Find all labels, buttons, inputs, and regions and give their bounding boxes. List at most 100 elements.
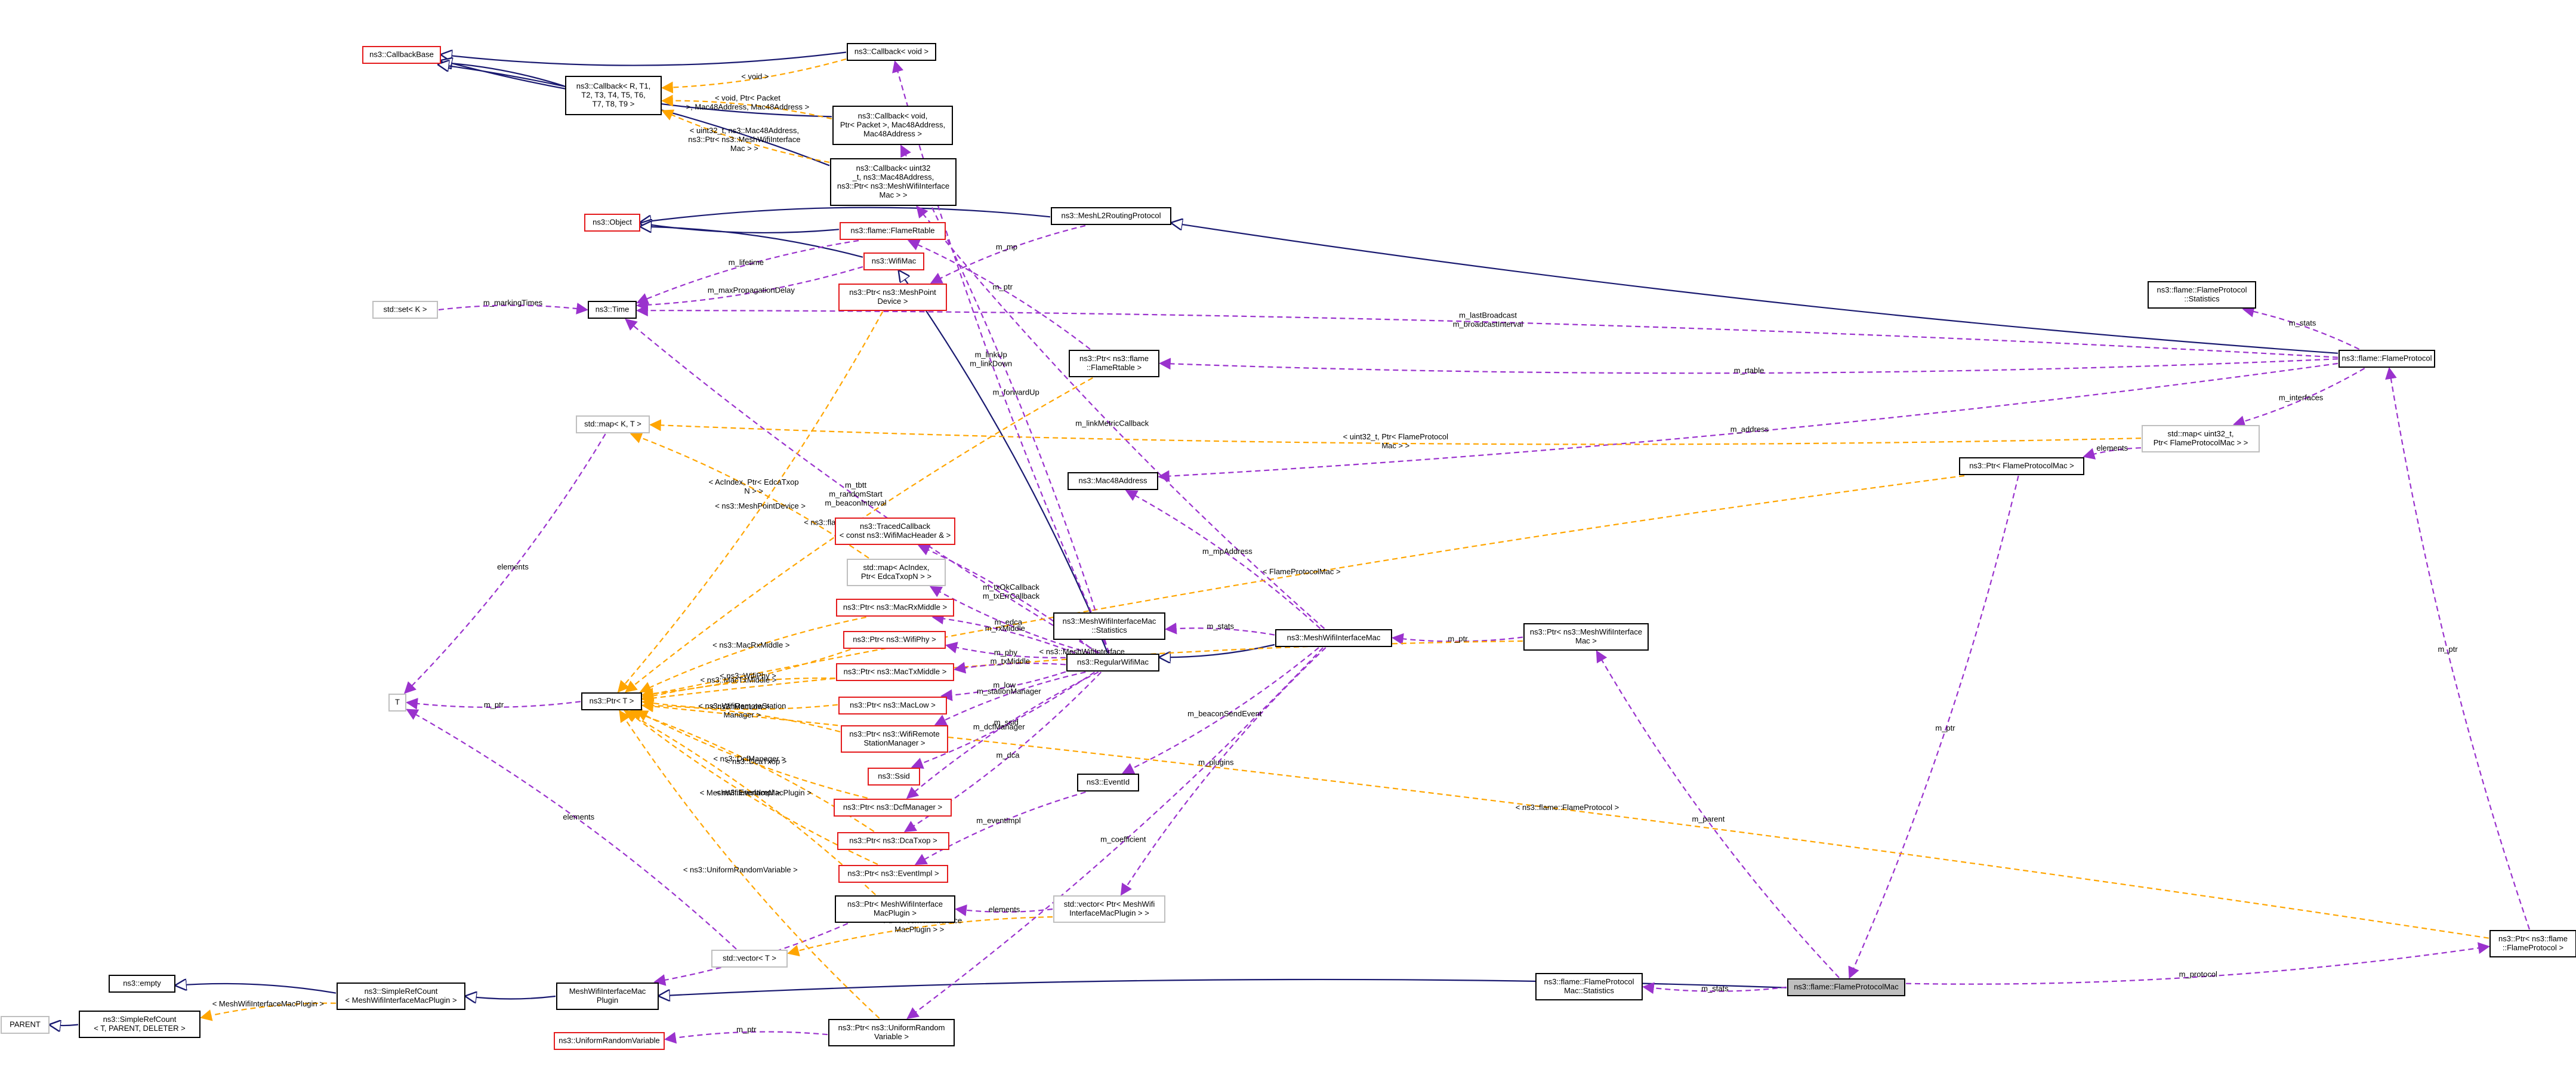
edge-label-line: Manager > xyxy=(724,710,761,719)
node-ptr-flame-rtable[interactable]: ns3::Ptr< ns3::flame::FlameRtable > xyxy=(1069,350,1159,377)
edge-label-line: m_mpAddress xyxy=(1202,547,1252,556)
node-parent[interactable]: PARENT xyxy=(1,1016,50,1034)
node-mesh-stats[interactable]: ns3::MeshWifiInterfaceMac::Statistics xyxy=(1053,612,1165,640)
node-label-line: ::Statistics xyxy=(1091,626,1127,635)
edge-label: m_rxMiddle xyxy=(985,624,1025,633)
node-callback-template[interactable]: ns3::Callback< R, T1,T2, T3, T4, T5, T6,… xyxy=(565,76,662,115)
node-simple-ref-count-tpd[interactable]: ns3::SimpleRefCount< T, PARENT, DELETER … xyxy=(79,1011,200,1038)
edge-label-line: m_tbtt xyxy=(845,481,867,489)
node-flame-mac-stats[interactable]: ns3::flame::FlameProtocolMac::Statistics xyxy=(1535,973,1643,1000)
node-label-line: ns3::Callback< void > xyxy=(854,47,928,56)
node-flame-rtable[interactable]: ns3::flame::FlameRtable xyxy=(840,222,946,240)
edge-label-line: m_markingTimes xyxy=(483,298,543,307)
edge-label: elements xyxy=(2096,444,2128,452)
node-callback-packet[interactable]: ns3::Callback< void,Ptr< Packet >, Mac48… xyxy=(832,106,953,145)
edge-label-line: m_linkUp xyxy=(975,350,1007,359)
node-mac48-address[interactable]: ns3::Mac48Address xyxy=(1068,472,1158,490)
node-label-line: ns3::Ptr< ns3::MacLow > xyxy=(850,701,936,710)
node-empty[interactable]: ns3::empty xyxy=(109,975,175,993)
node-label-line: ns3::Time xyxy=(596,305,630,314)
node-label-line: ns3::Ptr< ns3::DcfManager > xyxy=(843,803,942,812)
node-ptr-mesh-point-device[interactable]: ns3::Ptr< ns3::MeshPointDevice > xyxy=(838,284,947,311)
node-flame-protocol-mac[interactable]: ns3::flame::FlameProtocolMac xyxy=(1787,978,1905,996)
edge-label-line: m_ptr xyxy=(2438,645,2458,654)
edge-label-line: m_plugins xyxy=(1198,758,1234,767)
edge-ptr-flame-protocol-to-flame-protocol xyxy=(2385,367,2531,930)
node-ptr-dca-txop[interactable]: ns3::Ptr< ns3::DcaTxop > xyxy=(837,832,949,850)
edge-label-line: < ns3::flame::FlameProtocol > xyxy=(1516,803,1619,812)
node-callback-base[interactable]: ns3::CallbackBase xyxy=(362,46,441,64)
node-label-line: Variable > xyxy=(874,1032,909,1041)
edge-label: < ns3::MacTxMiddle > xyxy=(701,675,777,684)
node-wifi-mac[interactable]: ns3::WifiMac xyxy=(863,252,924,270)
node-vector-t[interactable]: std::vector< T > xyxy=(711,950,788,968)
node-label-line: _t, ns3::Mac48Address, xyxy=(852,173,934,181)
edge-wifi-mac-to-object xyxy=(641,227,863,258)
edge-mesh-l2-routing-protocol-to-ptr-mesh-point-device xyxy=(930,224,1086,284)
node-uniform-random-variable[interactable]: ns3::UniformRandomVariable xyxy=(554,1032,665,1050)
node-label-line: Mac > xyxy=(1575,636,1597,645)
node-ptr-wifi-phy[interactable]: ns3::Ptr< ns3::WifiPhy > xyxy=(843,631,946,649)
node-ptr-mac-low[interactable]: ns3::Ptr< ns3::MacLow > xyxy=(838,697,947,714)
node-map-ac-index[interactable]: std::map< AcIndex,Ptr< EdcaTxopN > > xyxy=(847,559,946,586)
node-mesh-plugin[interactable]: MeshWifiInterfaceMacPlugin xyxy=(556,983,659,1010)
edge-label-line: elements xyxy=(497,562,529,571)
node-ptr-t[interactable]: ns3::Ptr< T > xyxy=(581,692,642,710)
edge-label-line: m_stationManager xyxy=(977,687,1041,696)
edge-label: < ns3::MacRxMiddle > xyxy=(712,640,789,649)
node-t[interactable]: T xyxy=(388,694,406,712)
node-ptr-mac-rx-middle[interactable]: ns3::Ptr< ns3::MacRxMiddle > xyxy=(836,599,954,617)
node-flame-protocol[interactable]: ns3::flame::FlameProtocol xyxy=(2339,350,2435,368)
edge-label: m_stats xyxy=(1701,984,1729,993)
node-label-line: ns3::CallbackBase xyxy=(369,50,434,59)
edge-ptr-flame-protocol-mac-to-flame-protocol-mac xyxy=(1848,475,2019,979)
edge-label: < void > xyxy=(741,72,769,81)
node-ptr-event-impl[interactable]: ns3::Ptr< ns3::EventImpl > xyxy=(838,865,948,883)
edge-label: m_address xyxy=(1730,425,1769,434)
node-mesh-l2-routing-protocol[interactable]: ns3::MeshL2RoutingProtocol xyxy=(1051,207,1171,225)
node-label-line: MeshWifiInterfaceMac xyxy=(569,987,646,996)
node-label-line: ns3::Ptr< ns3::EventImpl > xyxy=(847,869,939,878)
edge-label: m_maxPropagationDelay xyxy=(708,286,795,295)
edge-label-line: m_lifetime xyxy=(729,258,764,267)
edge-label-line: ns3::Ptr< ns3::MeshWifiInterface xyxy=(688,135,800,144)
node-mesh-wifi-interface-mac[interactable]: ns3::MeshWifiInterfaceMac xyxy=(1275,629,1392,647)
node-ptr-mesh-wifi-interface-mac[interactable]: ns3::Ptr< ns3::MeshWifiInterfaceMac > xyxy=(1523,623,1649,651)
node-ptr-dcf-manager[interactable]: ns3::Ptr< ns3::DcfManager > xyxy=(834,799,952,817)
edge-mesh-l2-routing-protocol-to-object xyxy=(641,207,1051,223)
node-traced-callback[interactable]: ns3::TracedCallback< const ns3::WifiMacH… xyxy=(835,518,955,545)
edge-label: < ns3::DcaTxop > xyxy=(726,757,787,766)
node-flame-protocol-statistics[interactable]: ns3::flame::FlameProtocol::Statistics xyxy=(2148,281,2256,309)
node-vector-ptr-plugin[interactable]: std::vector< Ptr< MeshWifiInterfaceMacPl… xyxy=(1053,895,1165,923)
node-map-uint32[interactable]: std::map< uint32_t,Ptr< FlameProtocolMac… xyxy=(2142,425,2260,452)
node-regular-wifi-mac[interactable]: ns3::RegularWifiMac xyxy=(1066,654,1159,672)
edge-label: m_plugins xyxy=(1198,758,1234,767)
node-set-k[interactable]: std::set< K > xyxy=(372,301,438,319)
node-callback-uint32[interactable]: ns3::Callback< uint32_t, ns3::Mac48Addre… xyxy=(830,158,957,206)
edge-label: m_ptr xyxy=(993,282,1013,291)
node-object[interactable]: ns3::Object xyxy=(584,214,640,232)
node-label-line: Mac48Address > xyxy=(863,130,922,138)
node-ptr-flame-protocol-mac[interactable]: ns3::Ptr< FlameProtocolMac > xyxy=(1959,457,2084,475)
node-ptr-mac-tx-middle[interactable]: ns3::Ptr< ns3::MacTxMiddle > xyxy=(836,663,954,681)
node-label-line: ns3::flame::FlameRtable xyxy=(851,226,935,235)
edge-label: m_stats xyxy=(1207,621,1235,630)
node-label-line: ns3::Ptr< ns3::flame xyxy=(1079,354,1149,363)
node-time[interactable]: ns3::Time xyxy=(588,301,637,319)
node-label-line: ns3::Callback< R, T1, xyxy=(576,82,650,91)
edge-label-line: m_dca xyxy=(996,750,1020,759)
edge-label-line: >, Mac48Address, Mac48Address > xyxy=(686,102,810,111)
edge-mesh-wifi-interface-mac-to-mac48-address xyxy=(1125,490,1321,629)
node-ptr-uniform-random[interactable]: ns3::Ptr< ns3::UniformRandomVariable > xyxy=(828,1019,955,1046)
node-event-id[interactable]: ns3::EventId xyxy=(1077,774,1139,791)
node-ptr-flame-protocol[interactable]: ns3::Ptr< ns3::flame::FlameProtocol > xyxy=(2489,930,2576,957)
node-label-line: ns3::flame::FlameProtocol xyxy=(1544,977,1634,986)
node-map-kt[interactable]: std::map< K, T > xyxy=(576,415,650,433)
node-simple-ref-count-plugin[interactable]: ns3::SimpleRefCount< MeshWifiInterfaceMa… xyxy=(337,983,465,1010)
node-ptr-mesh-plugin[interactable]: ns3::Ptr< MeshWifiInterfaceMacPlugin > xyxy=(835,895,955,923)
node-ssid[interactable]: ns3::Ssid xyxy=(868,768,920,786)
node-ptr-wifi-remote[interactable]: ns3::Ptr< ns3::WifiRemoteStationManager … xyxy=(841,725,948,753)
node-callback-void[interactable]: ns3::Callback< void > xyxy=(847,43,936,61)
node-label-line: ns3::Ptr< ns3::WifiPhy > xyxy=(853,635,936,644)
node-label-line: ::FlameRtable > xyxy=(1087,363,1142,372)
